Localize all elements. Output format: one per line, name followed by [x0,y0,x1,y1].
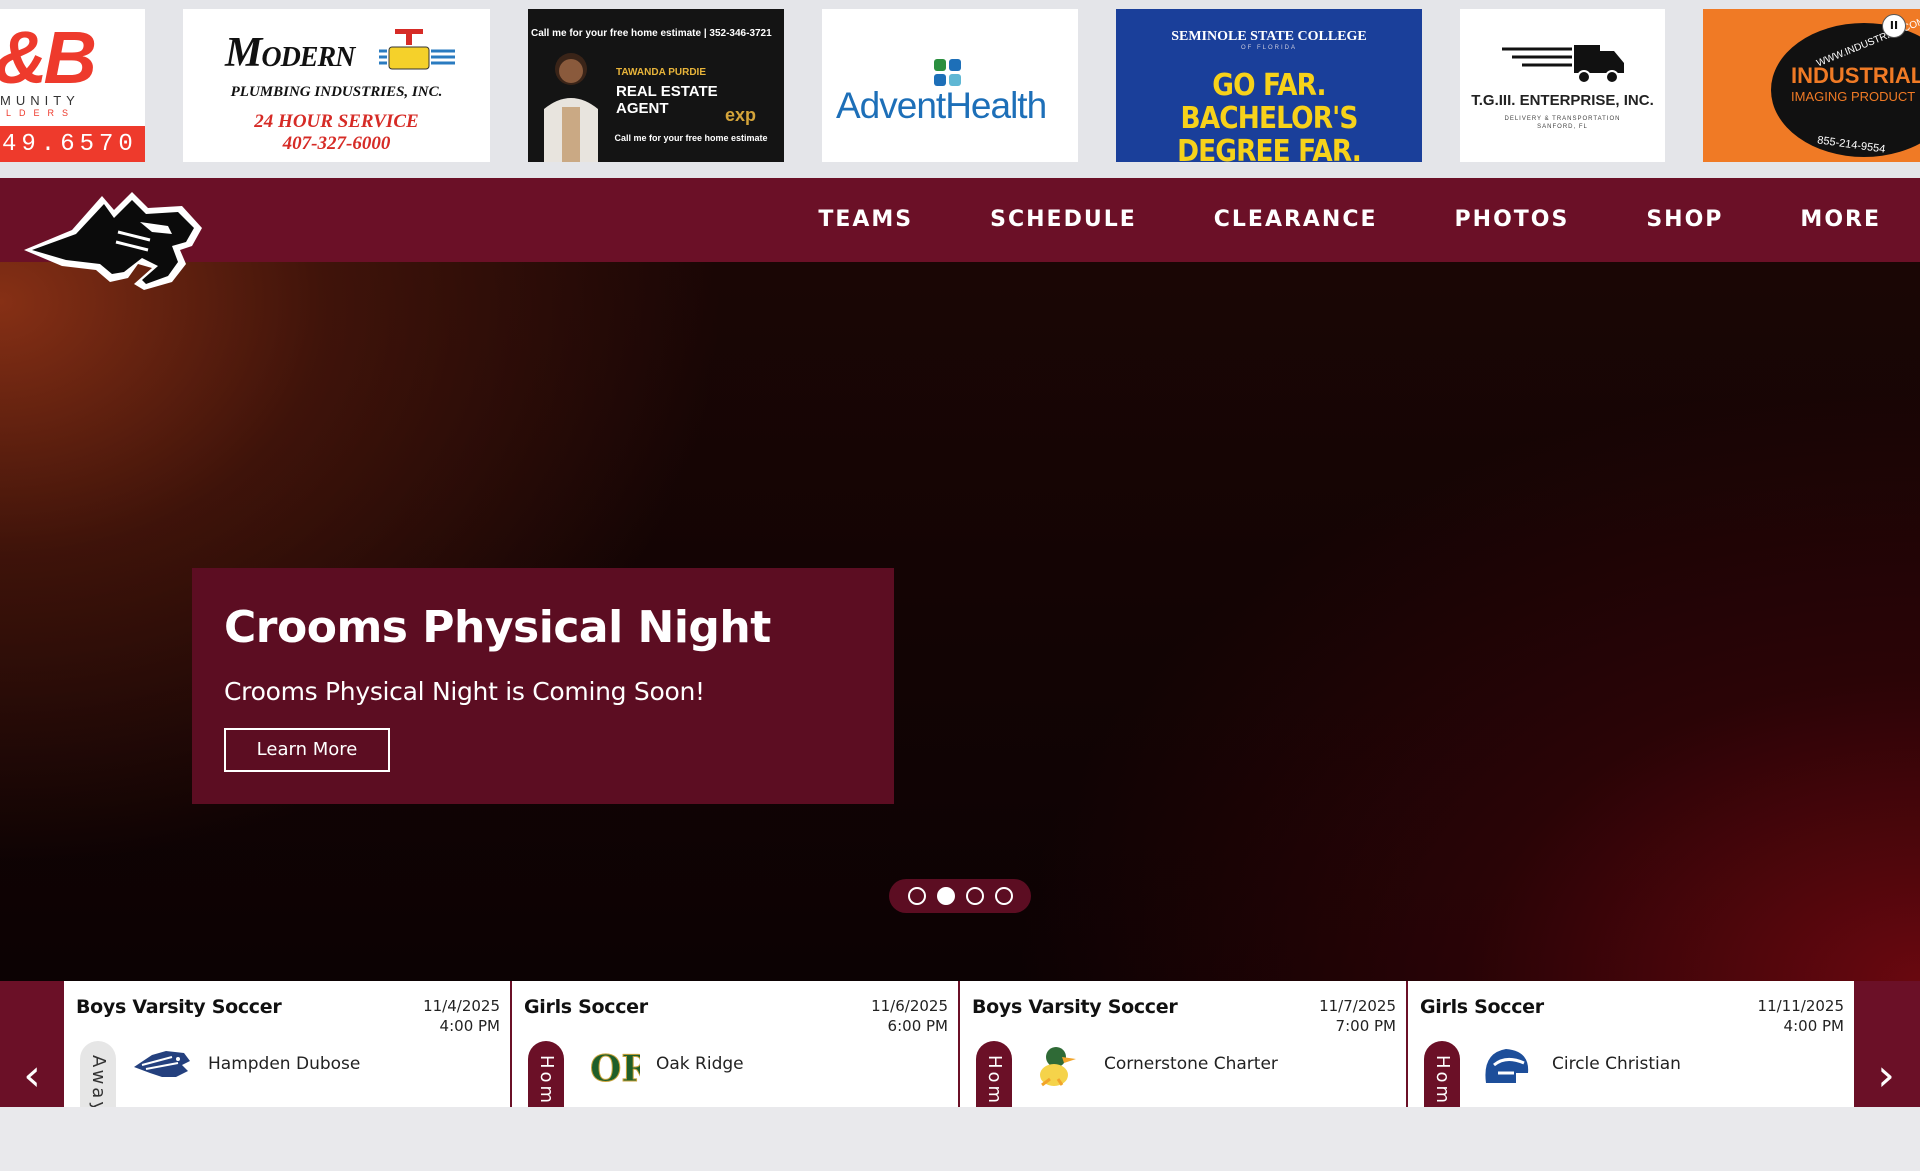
game-time: 4:00 PM [1783,1017,1844,1035]
sponsor-bar: &B MUNITY LDERS 49.6570 MODERN PLUMBING … [0,0,1920,178]
game-time: 4:00 PM [439,1017,500,1035]
sponsor-tg-name: T.G.III. ENTERPRISE, INC. [1471,92,1654,109]
schedule-carousel: ‹ Boys Varsity Soccer 11/4/2025 4:00 PM … [0,981,1920,1107]
nav-teams[interactable]: TEAMS [818,178,913,262]
sponsor-adventhealth[interactable]: AdventHealth [822,9,1078,162]
spartan-helmet-logo-icon [1485,1049,1529,1083]
slide-dot-3[interactable] [965,887,984,905]
game-location-badge: Home [528,1041,564,1107]
game-sport: Boys Varsity Soccer [972,996,1178,1018]
sponsor-tg-enterprise[interactable]: T.G.III. ENTERPRISE, INC. DELIVERY & TRA… [1460,9,1665,162]
sponsor-cb-logo: &B [0,16,97,99]
game-time: 7:00 PM [1335,1017,1396,1035]
sponsor-modern-sub: PLUMBING INDUSTRIES, INC. [230,84,443,100]
panther-logo-icon[interactable] [22,188,204,291]
sponsor-agent-brand: exp [725,105,757,125]
sponsor-ssc-college-sub: OF FLORIDA [1240,45,1297,51]
game-opponent: Circle Christian [1552,1054,1681,1074]
sponsor-modern-service: 24 HOUR SERVICE 407-327-6000 [254,111,419,154]
sponsor-ssc-college: SEMINOLE STATE COLLEGE [1171,29,1367,44]
schedule-next-button[interactable]: › [1854,981,1918,1107]
slide-indicators [889,879,1031,913]
sponsor-advent-name: AdventHealth [836,85,1047,126]
sponsor-cb-phone: 49.6570 [0,126,145,162]
sponsor-ind-name: INDUSTRIAL [1791,63,1920,88]
game-date: 11/6/2025 [871,997,948,1015]
valve-icon [379,29,455,70]
cougar-logo-icon [134,1051,190,1077]
game-opponent: Hampden Dubose [208,1054,361,1074]
game-opponent: Cornerstone Charter [1104,1054,1278,1074]
hero-title: Crooms Physical Night [224,602,771,653]
sponsor-cb-line2: LDERS [6,108,77,118]
learn-more-button[interactable]: Learn More [224,728,390,772]
sponsor-seminole-state[interactable]: SEMINOLE STATE COLLEGE OF FLORIDA GO FAR… [1116,9,1422,162]
svg-text:OR: OR [590,1048,640,1089]
sponsor-agent-top: Call me for your free home estimate | 35… [531,28,772,39]
nav-shop[interactable]: SHOP [1646,178,1723,262]
nav-photos[interactable]: PHOTOS [1455,178,1570,262]
game-date: 11/4/2025 [423,997,500,1015]
game-date: 11/7/2025 [1319,997,1396,1015]
game-location-badge: Away [80,1041,116,1107]
game-card[interactable]: Boys Varsity Soccer 11/4/2025 4:00 PM Aw… [64,981,510,1107]
game-card[interactable]: Girls Soccer 11/11/2025 4:00 PM Home Cir… [1408,981,1854,1107]
game-date: 11/11/2025 [1757,997,1844,1015]
nav-links: TEAMS SCHEDULE CLEARANCE PHOTOS SHOP MOR… [818,178,1920,262]
sponsor-ssc-slogan: GO FAR. BACHELOR'S DEGREE FAR. [1177,68,1362,162]
game-card[interactable]: Girls Soccer 11/6/2025 6:00 PM Home OR O… [512,981,958,1107]
slide-dot-2[interactable] [936,887,955,905]
duck-mascot-logo-icon [1040,1047,1076,1087]
sponsor-agent-bottom: Call me for your free home estimate [614,133,768,143]
hero-card: Crooms Physical Night Crooms Physical Ni… [192,568,894,804]
sponsor-tg-sub: DELIVERY & TRANSPORTATION SANFORD, FL [1504,116,1621,130]
sponsor-ind-sub: IMAGING PRODUCT [1791,89,1916,104]
sponsor-agent-role: REAL ESTATE AGENT [616,83,718,117]
nav-schedule[interactable]: SCHEDULE [990,178,1137,262]
game-sport: Girls Soccer [524,996,648,1018]
sponsor-modern-name: MODERN [225,30,355,76]
sponsor-cb-builders[interactable]: &B MUNITY LDERS 49.6570 [0,9,145,162]
sponsor-real-estate-agent[interactable]: Call me for your free home estimate | 35… [528,9,784,162]
game-sport: Boys Varsity Soccer [76,996,282,1018]
hero-subtitle: Crooms Physical Night is Coming Soon! [224,677,705,706]
sponsor-pause-button[interactable]: II [1882,14,1906,38]
truck-icon [1502,45,1624,84]
sponsor-modern-plumbing[interactable]: MODERN PLUMBING INDUSTRIES, INC. 24 HOUR… [183,9,490,162]
sponsor-agent-name: TAWANDA PURDIE [616,67,706,78]
slide-dot-1[interactable] [907,887,926,905]
hero-slideshow: Crooms Physical Night Crooms Physical Ni… [0,262,1920,981]
oak-ridge-logo-icon: OR [590,1048,641,1090]
game-card[interactable]: Boys Varsity Soccer 11/7/2025 7:00 PM Ho… [960,981,1406,1107]
game-time: 6:00 PM [887,1017,948,1035]
agent-photo-icon [544,53,598,162]
game-sport: Girls Soccer [1420,996,1544,1018]
game-opponent: Oak Ridge [656,1054,744,1074]
nav-clearance[interactable]: CLEARANCE [1214,178,1378,262]
sponsor-cb-line1: MUNITY [0,93,80,108]
main-nav: TEAMS SCHEDULE CLEARANCE PHOTOS SHOP MOR… [0,178,1920,262]
game-location-badge: Home [1424,1041,1460,1107]
slide-dot-4[interactable] [994,887,1013,905]
schedule-prev-button[interactable]: ‹ [0,981,64,1107]
game-location-badge: Home [976,1041,1012,1107]
nav-more[interactable]: MORE [1800,178,1881,262]
